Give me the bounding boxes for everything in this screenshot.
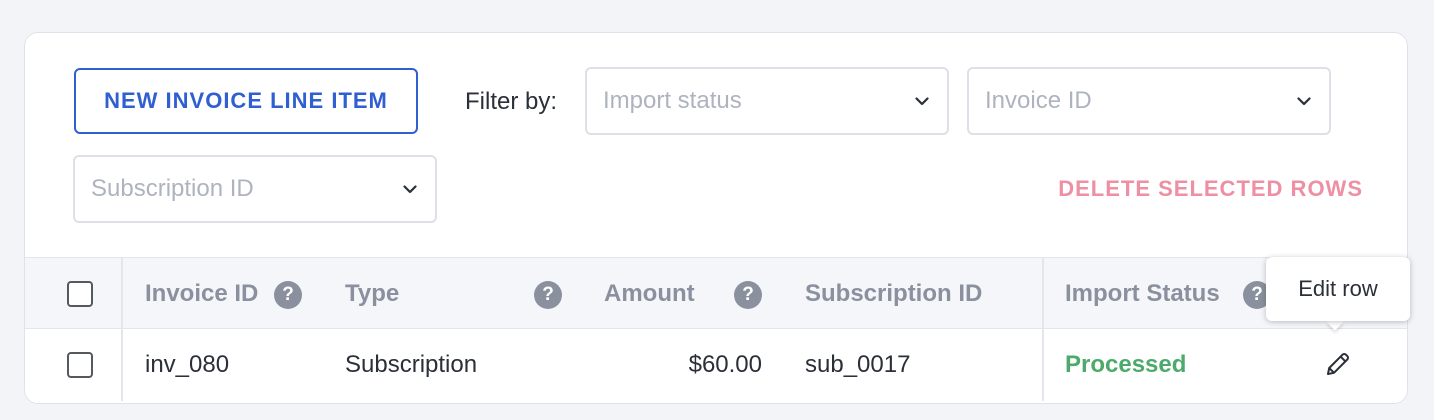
column-divider: [121, 329, 123, 401]
chevron-down-icon: [913, 92, 931, 110]
column-header-import-status[interactable]: Import Status: [1065, 280, 1220, 308]
column-header-type[interactable]: Type: [345, 280, 399, 308]
select-all-checkbox[interactable]: [67, 281, 93, 307]
cell-subscription-id: sub_0017: [805, 351, 911, 378]
filter-by-label: Filter by:: [465, 88, 558, 115]
table-header: Invoice ID ? Type ? Amount ? Subscriptio…: [25, 257, 1407, 329]
invoice-id-filter[interactable]: Invoice ID: [967, 67, 1331, 135]
edit-row-tooltip: Edit row: [1266, 257, 1410, 321]
import-status-filter-placeholder: Import status: [603, 87, 742, 114]
chevron-down-icon: [1295, 92, 1313, 110]
pencil-icon: [1323, 349, 1353, 384]
chevron-down-icon: [401, 180, 419, 198]
column-divider: [1042, 258, 1044, 328]
cell-type: Subscription: [345, 351, 478, 378]
help-circle-icon[interactable]: ?: [274, 281, 302, 309]
cell-import-status: Processed: [1065, 351, 1187, 378]
row-select-checkbox[interactable]: [67, 352, 93, 378]
help-circle-icon[interactable]: ?: [534, 281, 562, 309]
delete-selected-rows-button[interactable]: DELETE SELECTED ROWS: [1053, 176, 1363, 206]
new-invoice-line-item-button[interactable]: NEW INVOICE LINE ITEM: [74, 68, 418, 134]
subscription-id-filter-placeholder: Subscription ID: [91, 175, 254, 202]
invoice-id-filter-placeholder: Invoice ID: [985, 87, 1092, 114]
column-divider: [1042, 329, 1044, 401]
column-header-amount[interactable]: Amount: [604, 280, 695, 308]
edit-row-button[interactable]: [1321, 349, 1355, 383]
column-divider: [121, 258, 123, 328]
invoice-line-items-table: Invoice ID ? Type ? Amount ? Subscriptio…: [25, 257, 1407, 401]
help-circle-icon[interactable]: ?: [734, 281, 762, 309]
column-header-invoice-id[interactable]: Invoice ID: [145, 280, 258, 308]
subscription-id-filter[interactable]: Subscription ID: [73, 155, 437, 223]
table-row[interactable]: inv_080 Subscription $60.00 sub_0017 Pro…: [25, 329, 1407, 401]
column-header-subscription-id[interactable]: Subscription ID: [805, 280, 982, 308]
cell-invoice-id: inv_080: [145, 351, 230, 378]
import-status-filter[interactable]: Import status: [585, 67, 949, 135]
invoice-line-items-panel: NEW INVOICE LINE ITEM Filter by: Import …: [24, 32, 1408, 404]
cell-amount: $60.00: [688, 351, 762, 378]
